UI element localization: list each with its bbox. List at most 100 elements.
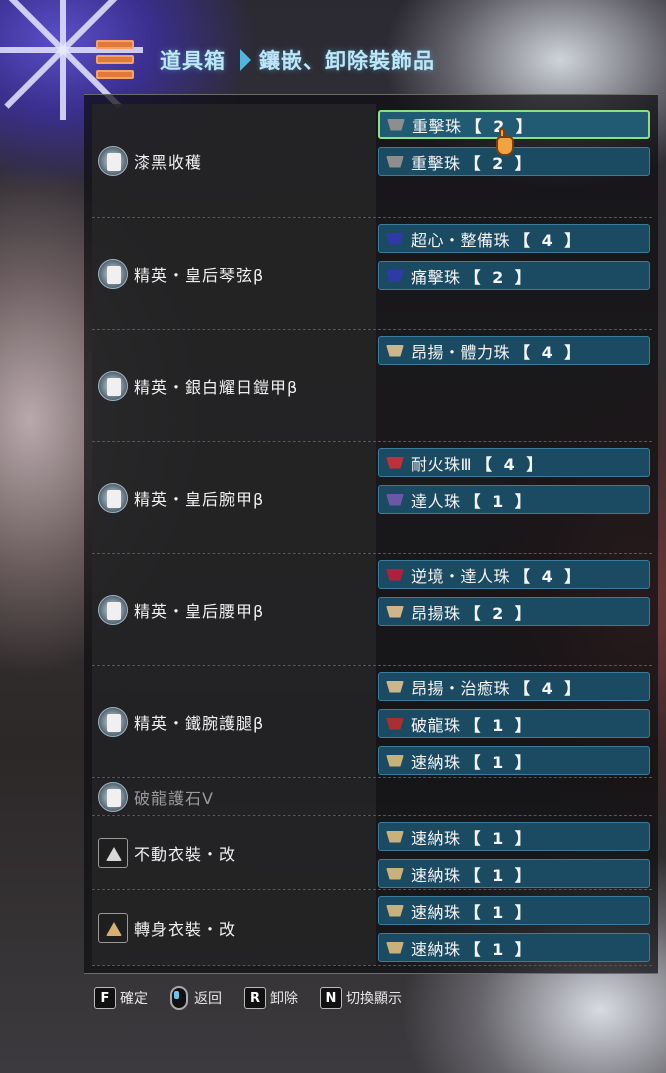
decoration-slot-level: 【 1 】 [464,902,534,922]
decoration-slot-level: 【 1 】 [464,752,534,772]
equipment-row: 精英・鐵腕護腿β 昂揚・治癒珠【 4 】破龍珠【 1 】速納珠【 1 】 [92,666,652,778]
equipment-name: 精英・皇后琴弦β [134,266,265,285]
equipment-name-cell[interactable]: 精英・皇后腕甲β [98,483,264,513]
decoration-gem-icon [385,268,405,284]
equipment-name: 轉身衣裝・改 [134,920,237,939]
remove-prompt[interactable]: R 卸除 [244,987,298,1009]
breadcrumb-arrow-icon [240,49,251,71]
decoration-name: 昂揚・體力珠 [411,342,511,362]
equipment-name: 精英・銀白耀日鎧甲β [134,378,299,397]
decoration-slot-level: 【 1 】 [464,865,534,885]
toggle-display-label: 切換顯示 [346,991,402,1007]
decoration-slot-level: 【 4 】 [476,454,546,474]
button-prompts: F 確定 返回 R 卸除 N 切換顯示 [94,985,424,1011]
equipment-name-cell[interactable]: 精英・銀白耀日鎧甲β [98,371,298,401]
decoration-name: 破龍珠 [411,715,461,735]
menu-header: 道具箱 鑲嵌、卸除裝飾品 [92,36,532,84]
decoration-slot[interactable]: 超心・整備珠【 4 】 [378,224,650,253]
mouse-right-click-icon [170,986,188,1010]
decoration-slot[interactable]: 昂揚珠【 2 】 [378,597,650,626]
decoration-slot-level: 【 1 】 [464,939,534,959]
decoration-name: 速納珠 [411,865,461,885]
equipment-row: 精英・皇后腕甲β 耐火珠Ⅲ 【 4 】達人珠【 1 】 [92,442,652,554]
decoration-gem-icon [385,903,405,919]
decoration-name: 達人珠 [411,491,461,511]
decoration-slot-level: 【 4 】 [514,678,584,698]
decoration-gem-icon [385,567,405,583]
equipment-name-cell[interactable]: 精英・皇后琴弦β [98,259,264,289]
decoration-slot-level: 【 2 】 [464,603,534,623]
equipment-row: 不動衣裝・改 速納珠【 1 】速納珠【 1 】 [92,816,652,890]
back-label: 返回 [194,991,222,1007]
back-prompt[interactable]: 返回 [170,986,222,1010]
decoration-slot[interactable]: 達人珠【 1 】 [378,485,650,514]
equipment-name-cell[interactable]: 破龍護石Ⅴ [98,782,214,812]
chest-icon [98,259,128,289]
decoration-gem-icon [386,117,406,133]
decoration-slot[interactable]: 痛擊珠【 2 】 [378,261,650,290]
decoration-gem-icon [385,455,405,471]
waist-icon [98,595,128,625]
decoration-slot-level: 【 4 】 [514,230,584,250]
decoration-slot[interactable]: 耐火珠Ⅲ 【 4 】 [378,448,650,477]
decoration-slot[interactable]: 速納珠【 1 】 [378,746,650,775]
toggle-display-prompt[interactable]: N 切換顯示 [320,987,402,1009]
breadcrumb-item-box: 道具箱 [160,49,226,73]
leg-icon [98,707,128,737]
decoration-name: 速納珠 [411,828,461,848]
item-box-icon [92,38,138,82]
equipment-name-cell[interactable]: 不動衣裝・改 [98,838,236,868]
decoration-gem-icon [385,343,405,359]
decoration-slot[interactable]: 速納珠【 1 】 [378,933,650,962]
breadcrumb-decorations: 鑲嵌、卸除裝飾品 [259,49,435,73]
equipment-name: 破龍護石Ⅴ [134,789,214,808]
equipment-row: 精英・皇后琴弦β 超心・整備珠【 4 】痛擊珠【 2 】 [92,218,652,330]
decoration-name: 昂揚珠 [411,603,461,623]
equipment-name: 漆黑收穫 [134,153,203,172]
equipment-row: 破龍護石Ⅴ [92,778,652,816]
decoration-slot[interactable]: 逆境・達人珠【 4 】 [378,560,650,589]
equipment-name-cell[interactable]: 轉身衣裝・改 [98,913,236,943]
armor-icon [98,371,128,401]
decoration-gem-icon [385,753,405,769]
key-n-icon: N [320,987,342,1009]
equipment-row: 精英・銀白耀日鎧甲β 昂揚・體力珠【 4 】 [92,330,652,442]
equipment-name-cell[interactable]: 精英・皇后腰甲β [98,595,264,625]
pointer-hand-icon [492,128,518,162]
decoration-slot[interactable]: 昂揚・體力珠【 4 】 [378,336,650,365]
charm-icon [98,782,128,812]
decoration-name: 速納珠 [411,939,461,959]
equipment-name: 不動衣裝・改 [134,845,237,864]
decoration-name: 重擊珠 [411,153,461,173]
decoration-slot-level: 【 1 】 [464,491,534,511]
key-f-icon: F [94,987,116,1009]
decoration-name: 耐火珠Ⅲ [411,454,473,474]
decoration-gem-icon [385,604,405,620]
decoration-slot-level: 【 1 】 [464,715,534,735]
helm-icon [98,146,128,176]
decoration-gem-icon [385,940,405,956]
decoration-gem-icon [385,866,405,882]
decoration-slot-level: 【 4 】 [514,566,584,586]
remove-label: 卸除 [270,991,298,1007]
decoration-slot[interactable]: 速納珠【 1 】 [378,896,650,925]
key-r-icon: R [244,987,266,1009]
decoration-slot-level: 【 1 】 [464,828,534,848]
equipment-name: 精英・鐵腕護腿β [134,714,265,733]
decoration-slot[interactable]: 速納珠【 1 】 [378,822,650,851]
decoration-name: 超心・整備珠 [411,230,511,250]
decoration-slot[interactable]: 速納珠【 1 】 [378,859,650,888]
equipment-name-cell[interactable]: 漆黑收穫 [98,146,202,176]
equipment-name-cell[interactable]: 精英・鐵腕護腿β [98,707,264,737]
decoration-gem-icon [385,231,405,247]
decoration-slot-level: 【 4 】 [514,342,584,362]
decoration-slot[interactable]: 昂揚・治癒珠【 4 】 [378,672,650,701]
confirm-prompt[interactable]: F 確定 [94,987,148,1009]
decoration-name: 逆境・達人珠 [411,566,511,586]
decoration-gem-icon [385,492,405,508]
confirm-label: 確定 [120,991,148,1007]
equipment-name: 精英・皇后腰甲β [134,602,265,621]
mantle-icon [98,838,128,868]
decoration-slot[interactable]: 破龍珠【 1 】 [378,709,650,738]
equipment-row: 精英・皇后腰甲β 逆境・達人珠【 4 】昂揚珠【 2 】 [92,554,652,666]
